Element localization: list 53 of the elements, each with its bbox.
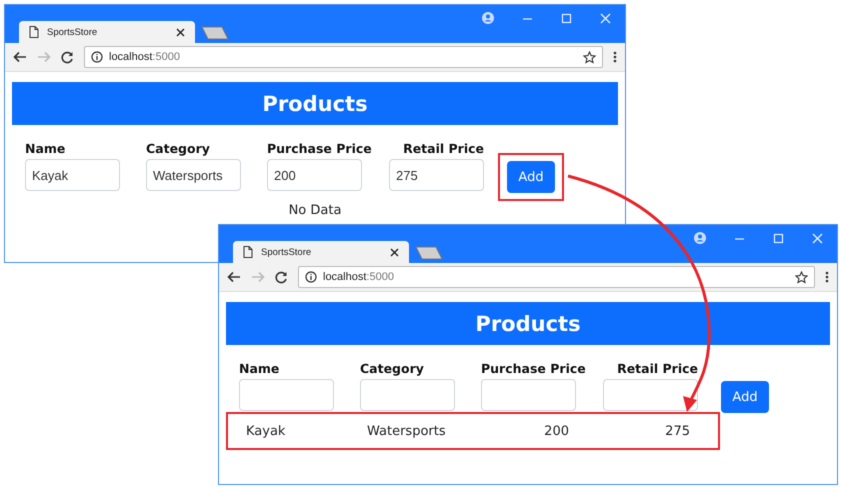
info-icon (305, 271, 317, 283)
page-heading: Products (226, 302, 830, 345)
field-label: Name (239, 361, 280, 376)
page-icon (243, 246, 253, 258)
field-label: Category (360, 361, 424, 376)
back-arrow-icon[interactable] (13, 51, 27, 63)
table-cell-text: Kayak (245, 424, 286, 438)
table-cell-text: 275 (665, 424, 691, 438)
profile-icon[interactable] (694, 232, 706, 244)
maximize-icon[interactable] (561, 12, 572, 24)
input-field[interactable]: Watersports (146, 159, 241, 191)
maximize-icon[interactable] (773, 232, 784, 244)
new-tab-button[interactable] (415, 246, 443, 260)
field-label: Retail Price (617, 361, 698, 376)
input-field[interactable] (360, 379, 455, 411)
info-icon (91, 51, 103, 63)
input-field[interactable]: 275 (389, 159, 484, 191)
profile-icon[interactable] (482, 12, 494, 24)
add-button[interactable]: Add (507, 161, 555, 193)
url-text: localhost:5000 (109, 51, 180, 63)
reload-icon[interactable] (275, 270, 288, 284)
page-heading: Products (12, 82, 618, 125)
reload-icon[interactable] (61, 50, 74, 64)
back-arrow-icon[interactable] (227, 271, 241, 283)
star-icon[interactable] (795, 270, 808, 284)
input-field[interactable]: Kayak (25, 159, 120, 191)
address-bar[interactable]: localhost:5000 (298, 266, 815, 288)
input-field[interactable] (603, 379, 698, 411)
table-cell-text: Watersports (366, 424, 447, 438)
close-icon[interactable] (176, 28, 185, 36)
field-label: Name (25, 141, 66, 156)
field-label: Purchase Price (267, 141, 372, 156)
new-tab-button[interactable] (201, 26, 229, 40)
input-field[interactable] (481, 379, 576, 411)
table-cell-text: 200 (544, 424, 570, 438)
field-label: Category (146, 141, 210, 156)
field-label: Retail Price (403, 141, 484, 156)
field-label: Purchase Price (481, 361, 586, 376)
add-button[interactable]: Add (721, 381, 769, 413)
star-icon[interactable] (583, 50, 596, 64)
tab-title: SportsStore (47, 26, 98, 38)
browser-tab[interactable]: SportsStore (233, 241, 409, 263)
browser-tab[interactable]: SportsStore (19, 21, 195, 43)
menu-icon[interactable] (825, 271, 829, 283)
close-icon[interactable] (390, 248, 399, 256)
input-field[interactable] (239, 379, 334, 411)
menu-icon[interactable] (613, 51, 617, 63)
empty-message: No Data (288, 203, 342, 218)
address-bar[interactable]: localhost:5000 (84, 46, 603, 68)
tab-title: SportsStore (261, 246, 312, 258)
url-text: localhost:5000 (323, 271, 394, 283)
page-icon (29, 26, 39, 38)
input-field[interactable]: 200 (267, 159, 362, 191)
